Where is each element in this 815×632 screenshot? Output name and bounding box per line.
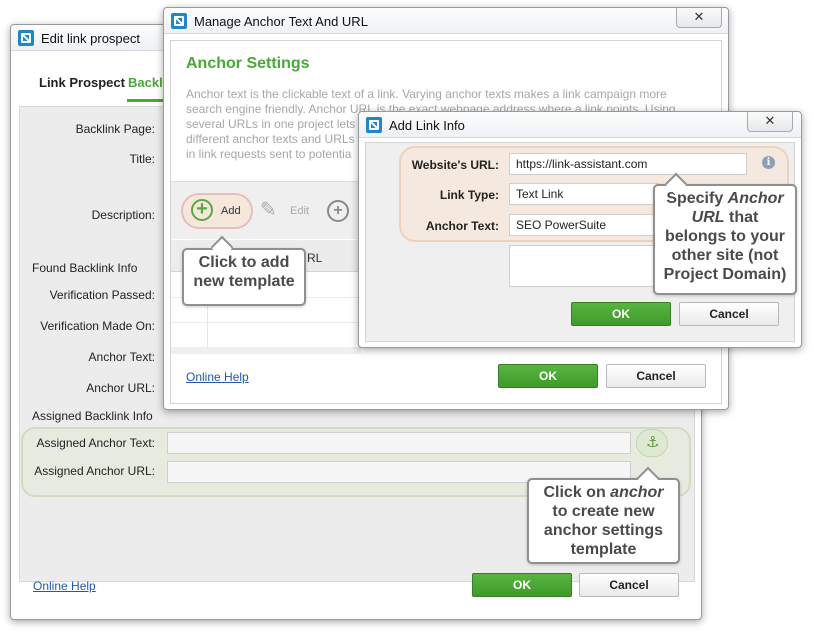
edit-template-button[interactable]: ✎ Edit [260,199,316,223]
app-icon [171,13,187,29]
callout-anchor-button: Click on anchor to create new anchor set… [527,478,680,564]
label-description: Description: [91,208,155,222]
link-type-select[interactable]: Text Link [509,183,659,205]
label-website-url: Website's URL: [411,158,499,172]
label-backlink-page: Backlink Page: [75,122,155,136]
app-icon [366,117,382,133]
online-help-link[interactable]: Online Help [33,579,96,593]
ok-button[interactable]: OK [472,573,572,597]
anchor-text-input[interactable]: SEO PowerSuite [509,214,659,236]
label-anchor-text: Anchor Text: [88,350,155,364]
add-template-button[interactable]: + Add [190,199,250,223]
table-row[interactable] [171,323,361,348]
edit-label: Edit [290,205,309,217]
label-title: Title: [129,152,155,166]
label-verification-made-on: Verification Made On: [40,319,155,333]
add-link-button[interactable]: + [327,200,351,222]
table-header-url: RL [307,251,323,265]
close-button[interactable]: ✕ [676,8,722,28]
window-title: Edit link prospect [41,31,140,46]
window-title: Add Link Info [389,118,465,133]
close-button[interactable]: ✕ [747,112,793,132]
label-anchor-url: Anchor URL: [86,381,155,395]
info-icon[interactable]: i [762,156,775,169]
section-assigned-backlink-info: Assigned Backlink Info [32,409,153,423]
add-label: Add [221,205,241,217]
section-found-backlink-info: Found Backlink Info [32,261,138,275]
ok-button[interactable]: OK [571,302,671,326]
cancel-button[interactable]: Cancel [606,364,706,388]
ok-button[interactable]: OK [498,364,598,388]
manage-anchor-titlebar: Manage Anchor Text And URL [164,8,728,34]
online-help-link[interactable]: Online Help [186,370,249,384]
label-link-type: Link Type: [439,188,499,202]
label-assigned-anchor-url: Assigned Anchor URL: [34,464,155,478]
label-anchor-text: Anchor Text: [425,219,499,233]
anchor-icon: ⚓ [646,434,660,451]
window-title: Manage Anchor Text And URL [194,14,368,29]
callout-add-template: Click to add new template [182,248,306,306]
website-url-input[interactable]: https://link-assistant.com [509,153,747,175]
close-icon: ✕ [693,9,705,24]
label-verification-passed: Verification Passed: [49,288,155,302]
app-icon [18,30,34,46]
tab-link-prospect[interactable]: Link Prospect [39,75,125,90]
add-link-info-titlebar: Add Link Info [359,112,801,138]
close-icon: ✕ [764,113,776,128]
callout-anchor-url: Specify Anchor URL that belongs to your … [653,184,797,295]
anchor-text-area[interactable] [509,245,659,287]
anchor-settings-button[interactable]: ⚓ [636,429,668,457]
cancel-button[interactable]: Cancel [679,302,779,326]
label-assigned-anchor-text: Assigned Anchor Text: [36,436,155,450]
assigned-anchor-text-input[interactable] [167,432,631,454]
add-link-icon: + [327,200,349,222]
anchor-settings-heading: Anchor Settings [186,55,310,72]
pencil-icon: ✎ [260,199,277,221]
plus-circle-icon: + [191,199,213,221]
cancel-button[interactable]: Cancel [579,573,679,597]
table-footer-strip [171,348,361,354]
tab-backlink[interactable]: Backli [128,75,166,90]
